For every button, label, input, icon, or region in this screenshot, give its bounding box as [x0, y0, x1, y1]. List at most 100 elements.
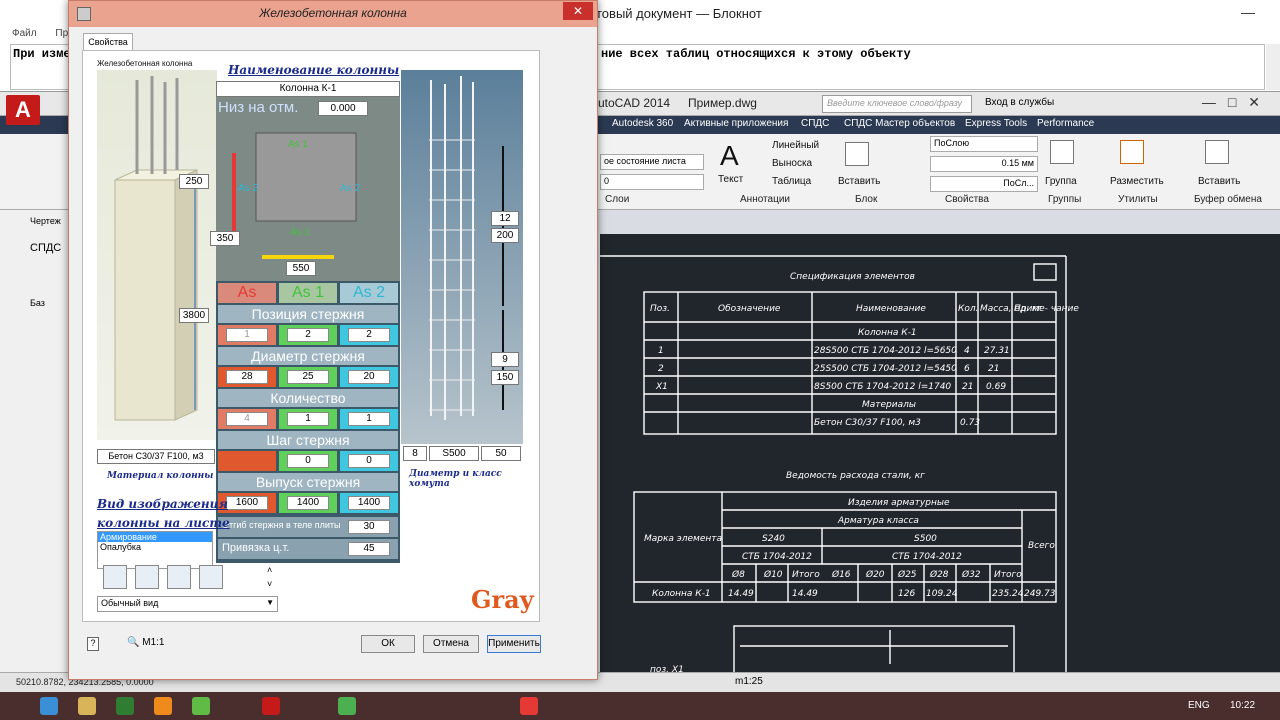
tab-apps[interactable]: Активные приложения [684, 118, 788, 129]
language-indicator[interactable]: ENG [1188, 700, 1210, 711]
stirrup-diameter[interactable]: 8 [403, 446, 427, 461]
autocad-taskbar-icon[interactable] [262, 697, 280, 715]
cage-dim-low1[interactable]: 9 [491, 352, 519, 367]
tab-express-tools[interactable]: Express Tools [965, 118, 1027, 129]
group-layers-label[interactable]: Слои [605, 194, 629, 205]
spinner-down-icon[interactable]: ˅ [267, 579, 272, 589]
position-as-input[interactable]: 1 [226, 328, 268, 342]
login-link[interactable]: Вход в службы [985, 97, 1054, 108]
stirrup-class[interactable]: S500 [429, 446, 479, 461]
notepad-scrollbar[interactable] [1266, 44, 1280, 90]
explorer-icon[interactable] [78, 697, 96, 715]
paste-button[interactable]: Вставить [1198, 176, 1240, 187]
outlet-as-input[interactable]: 1600 [226, 496, 268, 510]
cancel-button[interactable]: Отмена [423, 635, 479, 653]
stirrup-step[interactable]: 50 [481, 446, 521, 461]
quantity-as-input[interactable]: 4 [226, 412, 268, 426]
column-name-field[interactable]: Колонна К-1 [216, 81, 400, 97]
table-button[interactable]: Таблица [772, 176, 811, 187]
help-icon[interactable]: ? [87, 637, 99, 651]
cage-dim-top[interactable]: 12 [491, 211, 519, 226]
position-as2-input[interactable]: 2 [348, 328, 390, 342]
group-properties-label[interactable]: Свойства [945, 194, 989, 205]
menu-file[interactable]: Файл [12, 28, 37, 39]
cage-dim-mid[interactable]: 200 [491, 228, 519, 243]
dim-linear-button[interactable]: Линейный [772, 140, 819, 151]
window-controls-icon[interactable]: —□✕ [1202, 94, 1272, 111]
quantity-as2-input[interactable]: 1 [348, 412, 390, 426]
leader-button[interactable]: Выноска [772, 158, 812, 169]
drawing-tab[interactable]: Чертеж [30, 216, 61, 226]
app-icon[interactable] [192, 697, 210, 715]
tree-root-item[interactable]: Баз [30, 298, 45, 308]
view-mode-select[interactable]: Обычный вид ▼ [97, 596, 278, 612]
list-item-formwork[interactable]: Опалубка [98, 542, 212, 552]
group-icon[interactable] [1050, 140, 1074, 164]
insert-block-icon[interactable] [845, 142, 869, 166]
view-iso-2-icon[interactable] [135, 565, 159, 589]
close-icon[interactable]: ✕ [563, 2, 593, 20]
tab-spds[interactable]: СПДС [801, 118, 829, 129]
text-button[interactable]: Текст [718, 174, 743, 185]
tab-autodesk360[interactable]: Autodesk 360 [612, 118, 673, 129]
measure-icon[interactable] [1120, 140, 1144, 164]
chrome-icon[interactable] [338, 697, 356, 715]
layer-combo[interactable]: 0 [600, 174, 704, 190]
dim-height[interactable]: 3800 [179, 308, 209, 323]
apply-button[interactable]: Применить [487, 635, 541, 653]
group-button[interactable]: Группа [1045, 176, 1077, 187]
insert-button[interactable]: Вставить [838, 176, 880, 187]
step-as2-input[interactable]: 0 [348, 454, 390, 468]
tab-spds-master[interactable]: СПДС Мастер объектов [844, 118, 955, 129]
group-groups-label[interactable]: Группы [1048, 194, 1081, 205]
tab-performance[interactable]: Performance [1037, 118, 1094, 129]
bend-input[interactable]: 30 [348, 520, 390, 534]
dim-width-b[interactable]: 550 [286, 261, 316, 276]
annotation-scale[interactable]: m1:25 [735, 676, 763, 687]
view-iso-3-icon[interactable] [167, 565, 191, 589]
drawing-canvas[interactable]: Спецификация элементов Поз. Обозначение … [600, 234, 1280, 674]
outlet-as1-input[interactable]: 1400 [287, 496, 329, 510]
text-icon[interactable]: A [720, 140, 739, 172]
quantity-as1-input[interactable]: 1 [287, 412, 329, 426]
clock[interactable]: 10:22 [1230, 700, 1255, 711]
layer-state-combo[interactable]: ое состояние листа [600, 154, 704, 170]
search-input[interactable]: Введите ключевое слово/фразу [822, 95, 972, 113]
spec-row-name: 25S500 СТБ 1704-2012 l=5450 [814, 364, 957, 374]
lineweight-combo[interactable]: 0.15 мм [930, 156, 1038, 172]
ok-button[interactable]: ОК [361, 635, 415, 653]
app-icon[interactable] [116, 697, 134, 715]
group-utilities-label[interactable]: Утилиты [1118, 194, 1158, 205]
diameter-as2-input[interactable]: 20 [348, 370, 390, 384]
app-icon[interactable] [520, 697, 538, 715]
spinner-up-icon[interactable]: ˄ [267, 565, 272, 575]
view-iso-4-icon[interactable] [199, 565, 223, 589]
group-annotations-label[interactable]: Аннотации [740, 194, 790, 205]
autocad-app-icon[interactable]: A [6, 95, 40, 125]
minimize-icon[interactable]: — [1241, 4, 1255, 20]
paste-icon[interactable] [1205, 140, 1229, 164]
dim-top[interactable]: 250 [179, 174, 209, 189]
cover-input[interactable]: 45 [348, 542, 390, 556]
cage-dim-low2[interactable]: 150 [491, 370, 519, 385]
view-type-list[interactable]: Армирование Опалубка [97, 531, 213, 569]
diameter-as1-input[interactable]: 25 [287, 370, 329, 384]
app-icon[interactable] [154, 697, 172, 715]
properties-panel: Железобетонная колонна Наименование коло… [82, 50, 540, 622]
position-as1-input[interactable]: 2 [287, 328, 329, 342]
linetype-combo[interactable]: ПоСл... [930, 176, 1038, 192]
list-item-reinforcement[interactable]: Армирование [98, 532, 212, 542]
view-iso-1-icon[interactable] [103, 565, 127, 589]
step-as1-input[interactable]: 0 [287, 454, 329, 468]
tab-properties[interactable]: Свойства [83, 33, 133, 51]
bottom-mark-input[interactable]: 0.000 [318, 101, 368, 116]
diameter-as-input[interactable]: 28 [226, 370, 268, 384]
start-icon[interactable] [40, 697, 58, 715]
dim-width-a[interactable]: 350 [210, 231, 240, 246]
outlet-as2-input[interactable]: 1400 [348, 496, 390, 510]
concrete-field[interactable]: Бетон С30/37 F100, м3 [97, 449, 215, 464]
color-combo[interactable]: ПоСлою [930, 136, 1038, 152]
measure-button[interactable]: Разместить [1110, 176, 1164, 187]
group-clipboard-label[interactable]: Буфер обмена [1194, 194, 1262, 205]
group-block-label[interactable]: Блок [855, 194, 877, 205]
